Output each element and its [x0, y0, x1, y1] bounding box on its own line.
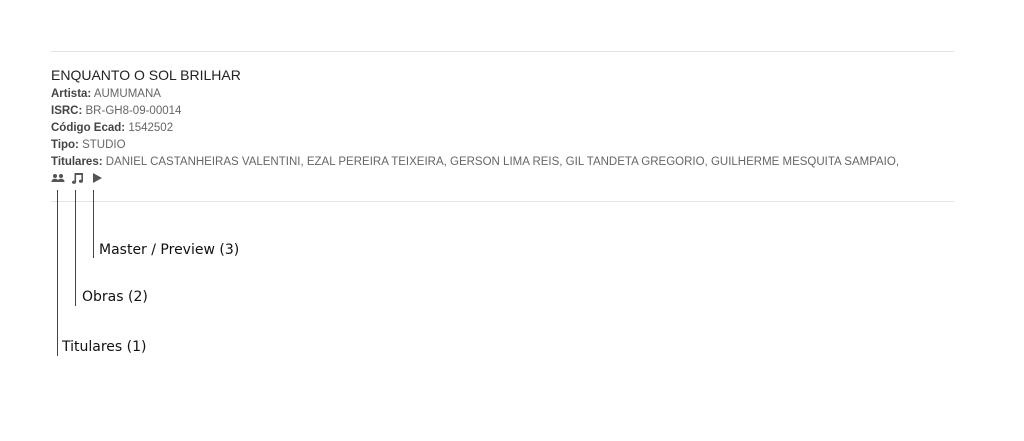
artist-label: Artista: [51, 88, 92, 100]
ecad-code-label: Código Ecad: [51, 122, 126, 134]
people-icon[interactable] [51, 171, 65, 185]
record-title: ENQUANTO O SOL BRILHAR [51, 67, 241, 83]
works-annotation: Obras (2) [82, 289, 148, 305]
isrc-field: ISRC: BR-GH8-09-00014 [51, 103, 954, 120]
type-field: Tipo: STUDIO [51, 137, 954, 154]
master-preview-callout-line [93, 190, 94, 258]
ecad-code-value: 1542502 [128, 122, 174, 134]
artist-value: AUMUMANA [93, 88, 161, 100]
record-card: ENQUANTO O SOL BRILHAR Artista: AUMUMANA… [51, 66, 954, 171]
master-preview-annotation: Master / Preview (3) [99, 242, 240, 258]
isrc-label: ISRC: [51, 105, 83, 117]
top-divider [51, 51, 954, 52]
holders-value: DANIEL CASTANHEIRAS VALENTINI, EZAL PERE… [105, 156, 900, 168]
type-label: Tipo: [51, 139, 79, 151]
artist-field: Artista: AUMUMANA [51, 86, 954, 103]
ecad-code-field: Código Ecad: 1542502 [51, 120, 954, 137]
isrc-value: BR-GH8-09-00014 [85, 105, 182, 117]
holders-callout-line [57, 190, 58, 356]
bottom-divider [51, 201, 954, 202]
type-value: STUDIO [82, 139, 126, 151]
record-actions [51, 170, 103, 186]
play-icon[interactable] [91, 171, 103, 185]
holders-annotation: Titulares (1) [62, 339, 147, 355]
holders-label: Titulares: [51, 156, 103, 168]
works-callout-line [75, 190, 76, 306]
music-note-icon[interactable] [71, 171, 85, 185]
holders-field: Titulares: DANIEL CASTANHEIRAS VALENTINI… [51, 154, 954, 171]
